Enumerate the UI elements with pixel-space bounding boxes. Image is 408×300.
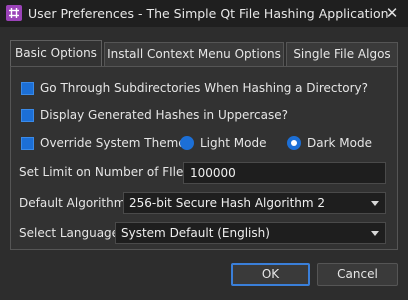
tab-single-file-algos[interactable]: Single File Algos [286,42,398,66]
override-theme-row[interactable]: Override System Theme: [21,136,190,150]
tab-basic-options[interactable]: Basic Options [10,40,102,67]
subdirs-checkbox[interactable] [21,81,34,95]
lang-label-row: Select Language: [19,226,123,240]
chevron-down-icon [371,201,379,206]
algo-label-row: Default Algorithm: [19,196,129,210]
default-algorithm-label: Default Algorithm: [19,196,130,210]
language-value: System Default (English) [121,226,270,240]
dark-mode-label: Dark Mode [307,136,372,150]
subdirs-label: Go Through Subdirectories When Hashing a… [40,81,368,95]
subdirs-row[interactable]: Go Through Subdirectories When Hashing a… [21,81,368,95]
dark-mode-radio[interactable] [287,136,301,150]
select-language-label: Select Language: [19,226,124,240]
basic-options-panel: Go Through Subdirectories When Hashing a… [10,66,398,250]
cancel-button[interactable]: Cancel [317,263,398,286]
language-select[interactable]: System Default (English) [115,222,386,244]
limit-label: Set Limit on Number of FIles: [19,165,194,179]
override-theme-label: Override System Theme: [40,136,190,150]
override-theme-checkbox[interactable] [21,136,34,150]
uppercase-row[interactable]: Display Generated Hashes in Uppercase? [21,108,288,122]
default-algorithm-select[interactable]: 256-bit Secure Hash Algorithm 2 [123,192,386,214]
tab-bar: Basic Options Install Context Menu Optio… [10,40,398,67]
close-icon[interactable]: ✕ [382,4,402,23]
chevron-down-icon [371,231,379,236]
light-mode-label: Light Mode [200,136,267,150]
tab-install-context-menu-options[interactable]: Install Context Menu Options [104,42,284,66]
window-title: User Preferences - The Simple Qt File Ha… [28,6,389,21]
hash-grid-icon [6,5,22,21]
dark-mode-option[interactable]: Dark Mode [287,136,372,150]
file-limit-input[interactable]: 100000 [183,162,386,184]
uppercase-label: Display Generated Hashes in Uppercase? [40,108,288,122]
default-algorithm-value: 256-bit Secure Hash Algorithm 2 [129,196,326,210]
limit-label-row: Set Limit on Number of FIles: [19,165,194,179]
uppercase-checkbox[interactable] [21,108,34,122]
preferences-window: User Preferences - The Simple Qt File Ha… [0,0,408,300]
light-mode-radio[interactable] [180,136,194,150]
light-mode-option[interactable]: Light Mode [180,136,266,150]
ok-button[interactable]: OK [231,263,310,286]
title-bar: User Preferences - The Simple Qt File Ha… [0,0,408,27]
